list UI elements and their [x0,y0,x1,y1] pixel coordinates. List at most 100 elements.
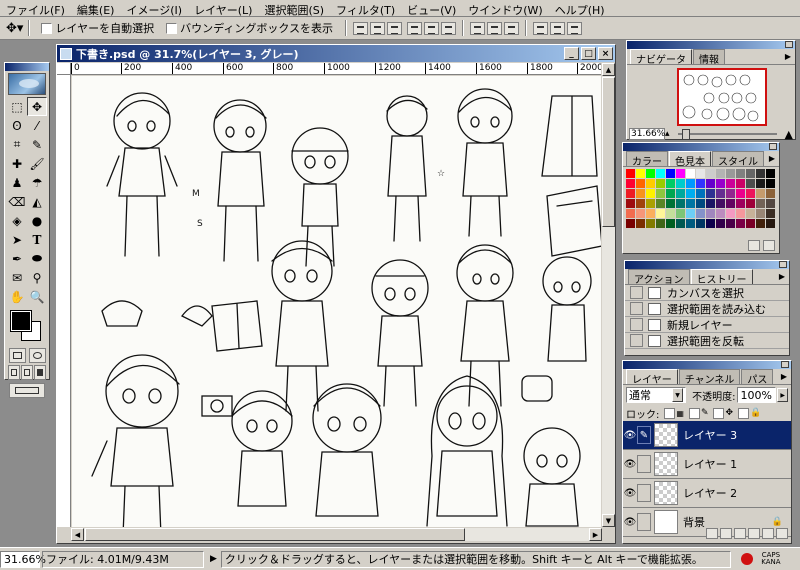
panel-close-button[interactable] [781,361,789,368]
color-swatch[interactable] [676,169,685,178]
layer-style-button[interactable] [706,528,718,539]
layer-row-layer-2[interactable]: 👁 レイヤー 2 [623,479,791,508]
zoom-field[interactable]: 31.66% [0,550,46,568]
color-swatch[interactable] [676,199,685,208]
tab-channels[interactable]: チャンネル [678,369,741,386]
color-swatch[interactable] [756,209,765,218]
menu-select[interactable]: 選択範囲(S) [258,0,330,17]
screen-mode-full-button[interactable] [34,365,47,380]
file-size-info[interactable]: ファイル: 4.01M/9.43M [42,550,204,568]
tab-paths[interactable]: パス [741,369,774,386]
horizontal-scroll-thumb[interactable] [85,528,465,541]
move-tool-preset-icon[interactable]: ✥▾ [6,21,23,36]
color-swatch[interactable] [636,199,645,208]
blur-tool-icon[interactable]: ◈ [7,211,27,230]
type-tool-icon[interactable]: T [27,230,47,249]
color-swatch[interactable] [666,189,675,198]
vertical-scrollbar[interactable]: ▲ ▼ [602,63,615,527]
menu-filter[interactable]: フィルタ(T) [330,0,401,17]
dodge-tool-icon[interactable]: ● [27,211,47,230]
color-swatch[interactable] [706,169,715,178]
notes-tool-icon[interactable]: ✉ [7,268,27,287]
panel-menu-arrow-icon[interactable]: ▶ [779,272,785,281]
color-swatch[interactable] [656,169,665,178]
align-hcenter-button[interactable] [424,21,439,35]
color-swatch[interactable] [646,189,655,198]
delete-swatch-icon[interactable] [763,240,775,251]
scroll-up-arrow[interactable]: ▲ [602,63,615,76]
color-swatch[interactable] [636,179,645,188]
color-swatch[interactable] [706,179,715,188]
color-swatch[interactable] [626,189,635,198]
color-swatch[interactable] [676,209,685,218]
pen-tool-icon[interactable]: ✒ [7,249,27,268]
color-swatch[interactable] [726,219,735,228]
panel-menu-arrow-icon[interactable]: ▶ [785,52,791,61]
adjustment-layer-button[interactable] [748,528,760,539]
navigator-zoom-field[interactable]: 31.66% [629,128,665,140]
distribute-top-button[interactable] [470,21,485,35]
lock-pixels-checkbox[interactable] [688,407,700,419]
color-swatch[interactable] [686,219,695,228]
history-item[interactable]: 新規レイヤー [625,317,789,333]
panel-titlebar[interactable] [623,143,779,151]
panel-menu-arrow-icon[interactable]: ▶ [769,154,775,163]
color-swatch[interactable] [666,219,675,228]
clone-stamp-tool-icon[interactable]: ♟ [7,173,27,192]
lock-all-checkbox[interactable] [738,407,750,419]
opacity-arrow-icon[interactable]: ▶ [777,388,788,402]
scroll-right-arrow[interactable]: ▶ [589,528,602,541]
color-swatch[interactable] [746,209,755,218]
color-swatch[interactable] [726,209,735,218]
menu-edit[interactable]: 編集(E) [71,0,121,17]
tab-actions[interactable]: アクション [628,269,690,286]
status-arrow-icon[interactable]: ▶ [210,554,217,564]
lock-transparency-checkbox[interactable] [664,407,676,419]
color-swatch[interactable] [656,209,665,218]
toolbox-titlebar[interactable] [5,63,49,71]
menu-window[interactable]: ウインドウ(W) [462,0,548,17]
trash-icon[interactable] [776,528,788,539]
layer-mask-button[interactable] [720,528,732,539]
color-swatch[interactable] [676,189,685,198]
color-swatch[interactable] [706,189,715,198]
history-item[interactable]: 選択範囲を読み込む [625,301,789,317]
color-swatch[interactable] [696,179,705,188]
color-swatch[interactable] [696,189,705,198]
color-swatch[interactable] [766,179,775,188]
brush-tool-icon[interactable]: 🖌 [27,154,47,173]
color-swatch[interactable] [696,169,705,178]
color-swatch[interactable] [716,169,725,178]
color-swatch[interactable] [626,219,635,228]
menu-layer[interactable]: レイヤー(L) [188,0,258,17]
link-cell[interactable] [637,455,651,473]
slice-tool-icon[interactable]: ✎ [27,135,47,154]
color-swatch[interactable] [736,219,745,228]
eye-icon[interactable]: 👁 [623,488,637,499]
color-swatch[interactable] [766,219,775,228]
color-swatch[interactable] [756,179,765,188]
color-swatch[interactable] [726,189,735,198]
panel-close-button[interactable] [785,41,793,48]
color-swatch[interactable] [756,169,765,178]
tab-info[interactable]: 情報 [693,49,725,66]
color-swatch[interactable] [656,219,665,228]
layer-row-layer-1[interactable]: 👁 レイヤー 1 [623,450,791,479]
zoom-tool-icon[interactable]: 🔍 [27,287,47,306]
color-swatch[interactable] [766,189,775,198]
shape-tool-icon[interactable]: ⬬ [27,249,47,268]
new-layer-set-button[interactable] [734,528,746,539]
panel-titlebar[interactable] [623,361,791,369]
history-brush-source[interactable] [630,318,643,331]
panel-menu-arrow-icon[interactable]: ▶ [781,372,787,381]
foreground-color-swatch[interactable] [10,310,32,332]
zoom-out-icon[interactable]: ▴ [665,129,670,139]
horizontal-ruler[interactable]: 0 200 400 600 800 1000 1200 1400 1600 18… [71,63,601,75]
color-swatch[interactable] [646,209,655,218]
color-swatch[interactable] [686,199,695,208]
color-swatch[interactable] [766,209,775,218]
color-swatch[interactable] [706,209,715,218]
color-swatch[interactable] [736,189,745,198]
color-swatch[interactable] [746,199,755,208]
history-brush-source[interactable] [630,286,643,299]
